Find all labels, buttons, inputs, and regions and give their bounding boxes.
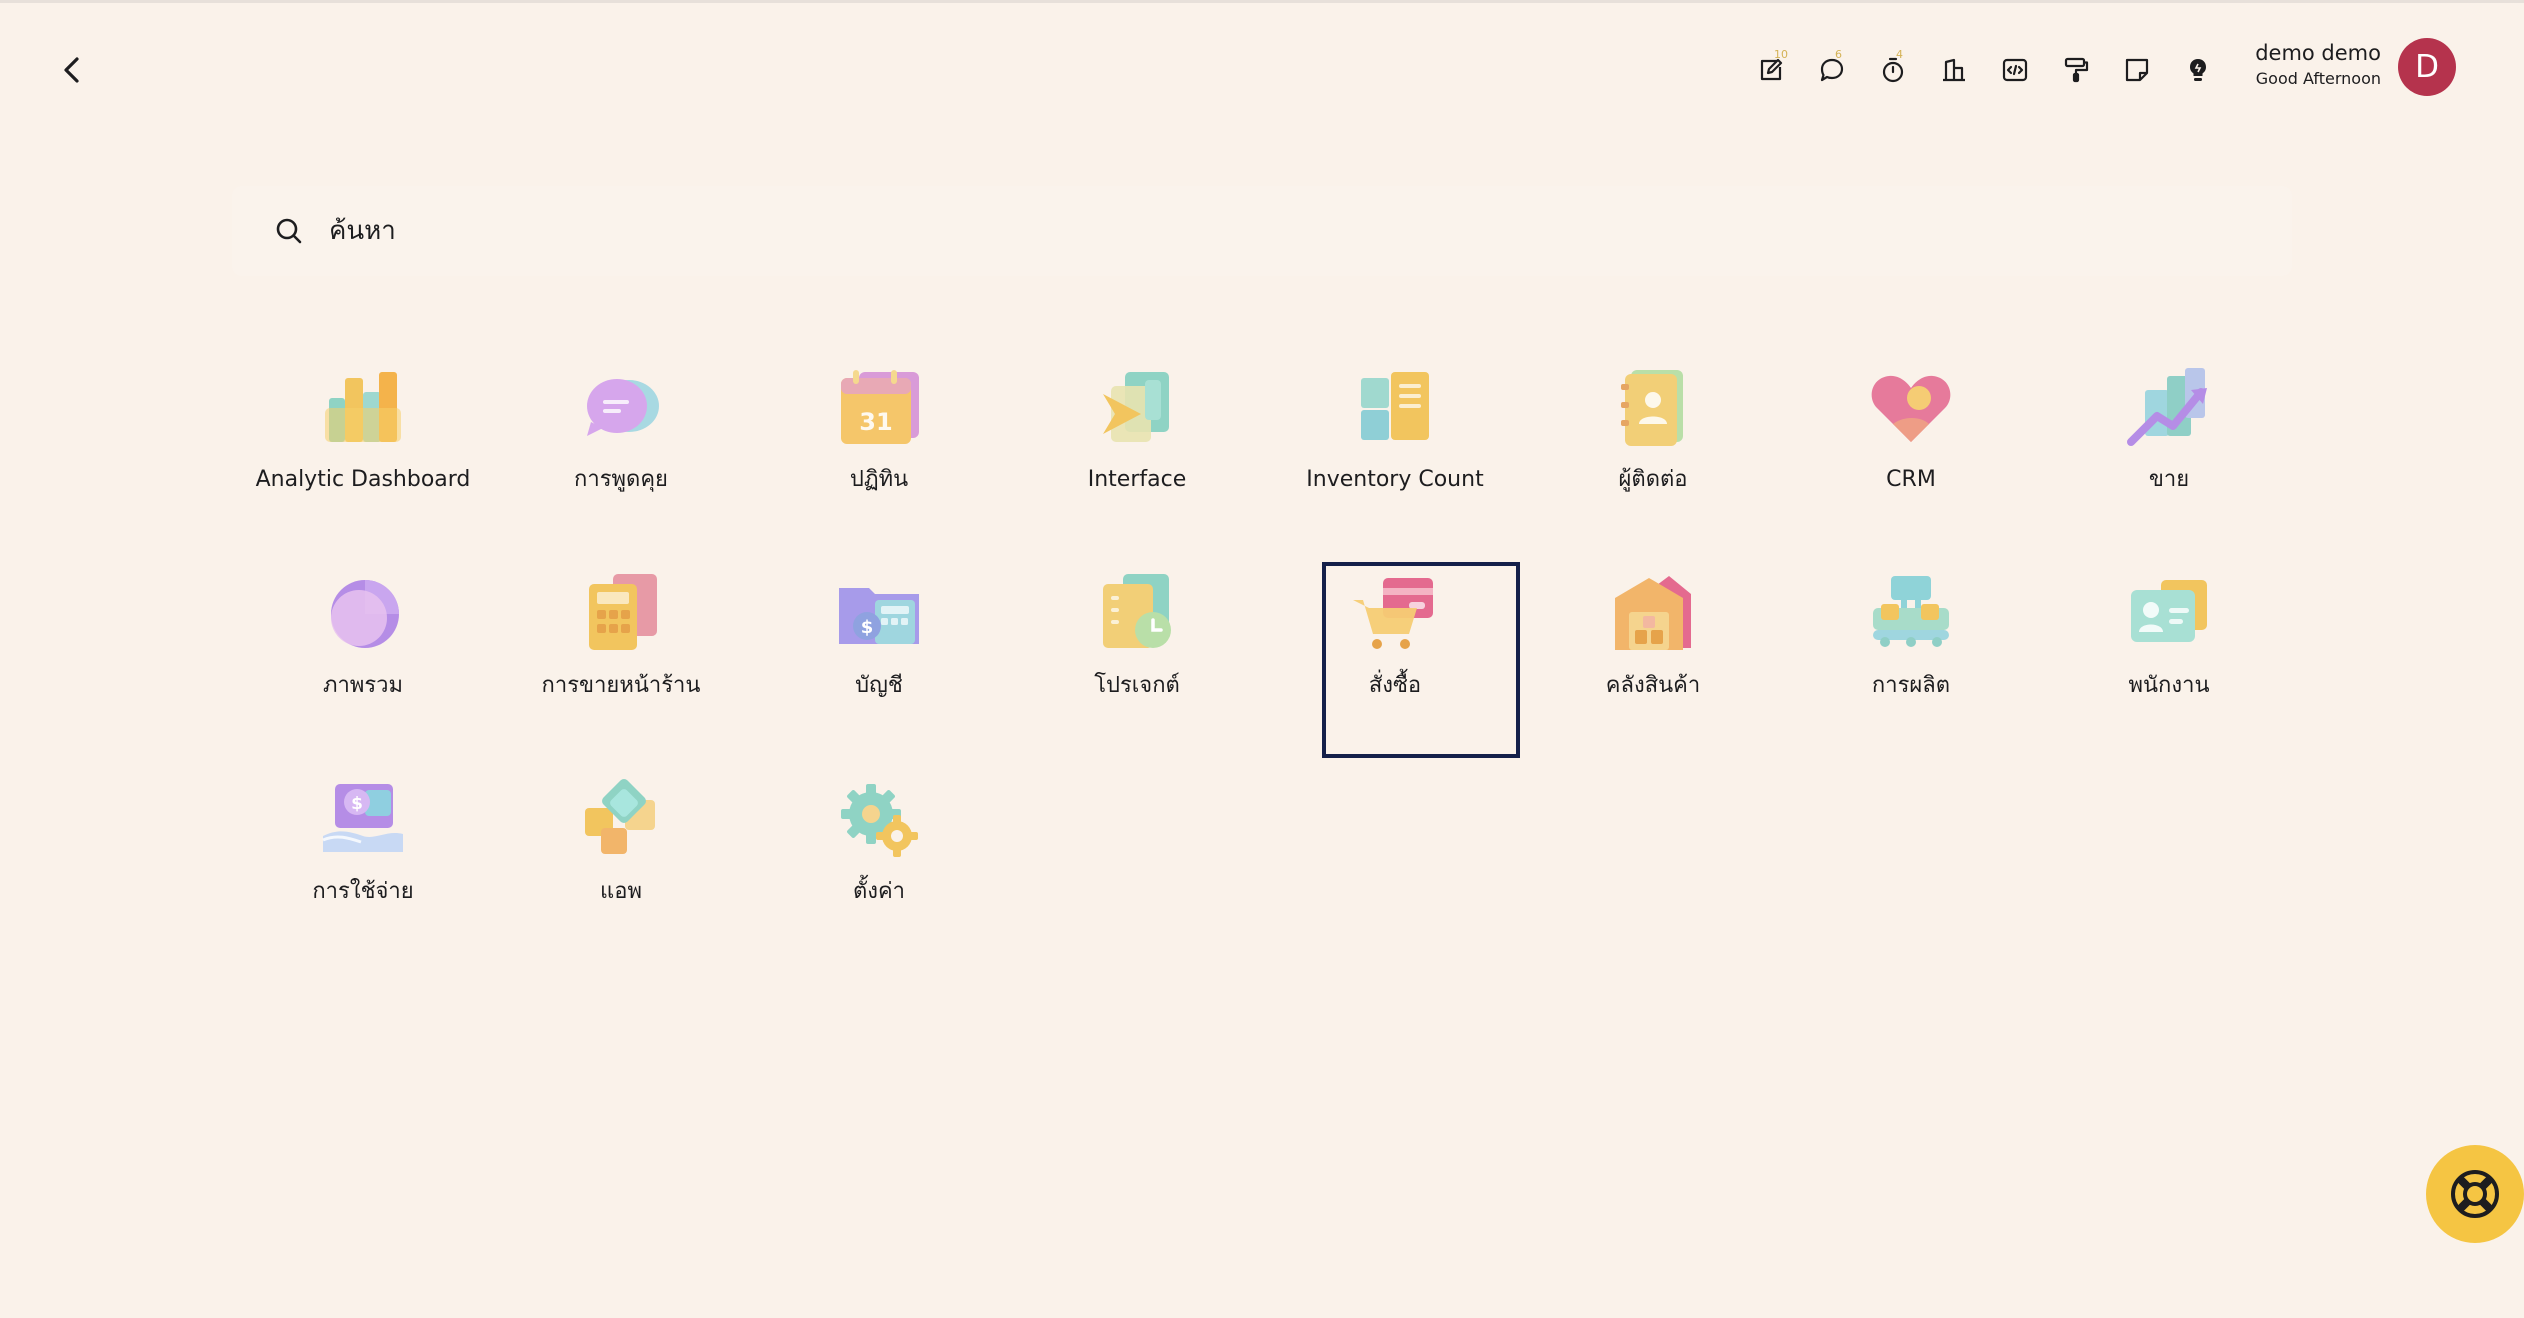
app-label: ตั้งค่า <box>852 879 906 904</box>
company-icon <box>1942 58 1965 82</box>
accounting-folder-icon: $ <box>839 588 919 644</box>
app-label: สั่งซื้อ <box>1368 673 1422 698</box>
settings-gear-icon <box>841 784 918 857</box>
app-apps[interactable]: แอพ <box>492 748 750 954</box>
app-label: Analytic Dashboard <box>255 467 471 492</box>
app-project[interactable]: โปรเจกต์ <box>1008 542 1266 748</box>
svg-text:$: $ <box>351 794 363 814</box>
systray-toolbar: 10 6 4 <box>1740 44 2228 96</box>
app-calendar[interactable]: 31 ปฏิทิน <box>750 336 1008 542</box>
activity-badge: 10 <box>1774 48 1788 61</box>
employee-card-icon <box>2131 580 2207 642</box>
chat-bubble-icon <box>587 379 659 436</box>
avatar[interactable]: D <box>2398 38 2456 96</box>
app-label: Inventory Count <box>1306 467 1484 492</box>
app-crm[interactable]: CRM <box>1782 336 2040 542</box>
app-expenses[interactable]: $ การใช้จ่าย <box>234 748 492 954</box>
app-label: การผลิต <box>1871 673 1951 698</box>
app-sales[interactable]: ขาย <box>2040 336 2298 542</box>
app-label: บัญชี <box>855 673 903 698</box>
help-button[interactable] <box>2426 1145 2524 1243</box>
pie-chart-icon <box>331 580 399 648</box>
note-icon <box>2125 58 2148 82</box>
app-label: ผู้ติดต่อ <box>1618 467 1688 492</box>
pos-calculator-icon <box>589 574 657 650</box>
project-clock-icon <box>1103 574 1171 648</box>
warehouse-icon <box>1615 576 1691 650</box>
messages-badge: 6 <box>1835 48 1842 61</box>
app-label: แอพ <box>600 879 642 904</box>
app-label: การใช้จ่าย <box>312 879 414 904</box>
lifebuoy-icon <box>2451 1170 2499 1218</box>
app-purchase[interactable]: สั่งซื้อ <box>1266 542 1524 758</box>
inventory-count-icon <box>1361 372 1429 440</box>
app-grid: Analytic Dashboard การพูดคุย 31 ปฏิทิน I… <box>234 336 2298 954</box>
app-point-of-sale[interactable]: การขายหน้าร้าน <box>492 542 750 748</box>
user-greeting: Good Afternoon <box>2255 69 2381 88</box>
search-icon <box>269 211 309 251</box>
app-contacts[interactable]: ผู้ติดต่อ <box>1524 336 1782 542</box>
heart-icon <box>1871 375 1951 442</box>
app-label: ขาย <box>2148 467 2190 492</box>
notes-button[interactable] <box>2106 44 2167 96</box>
top-border <box>0 0 2524 3</box>
timer-badge: 4 <box>1896 48 1903 61</box>
back-button[interactable] <box>52 50 92 90</box>
interface-arrow-icon <box>1103 372 1169 442</box>
messages-button[interactable]: 6 <box>1801 44 1862 96</box>
contact-book-icon <box>1621 370 1683 446</box>
app-inventory[interactable]: คลังสินค้า <box>1524 542 1782 748</box>
timer-button[interactable]: 4 <box>1862 44 1923 96</box>
app-analytic-dashboard[interactable]: Analytic Dashboard <box>234 336 492 542</box>
manufacturing-icon <box>1873 576 1949 647</box>
search-input[interactable] <box>327 215 2131 247</box>
lightbulb-icon <box>2189 59 2206 81</box>
app-label: Interface <box>1087 467 1187 492</box>
app-overview[interactable]: ภาพรวม <box>234 542 492 748</box>
app-label: คลังสินค้า <box>1605 673 1701 698</box>
developer-button[interactable] <box>1984 44 2045 96</box>
shopping-cart-icon <box>1353 578 1433 649</box>
sales-chart-icon <box>2127 368 2207 446</box>
theme-button[interactable] <box>2045 44 2106 96</box>
app-label: พนักงาน <box>2128 673 2210 698</box>
app-label: ปฏิทิน <box>849 467 909 492</box>
user-name: demo demo <box>2255 41 2381 65</box>
calendar-icon: 31 <box>841 370 919 444</box>
apps-diamond-icon <box>585 779 655 854</box>
app-manufacturing[interactable]: การผลิต <box>1782 542 2040 748</box>
calendar-number: 31 <box>859 408 892 436</box>
app-label: โปรเจกต์ <box>1094 673 1180 698</box>
expense-hand-icon: $ <box>322 784 403 852</box>
search-bar <box>232 186 2292 276</box>
app-settings[interactable]: ตั้งค่า <box>750 748 1008 954</box>
app-label: การพูดคุย <box>574 467 668 492</box>
svg-text:$: $ <box>861 617 874 638</box>
user-info[interactable]: demo demo Good Afternoon <box>2255 38 2381 90</box>
app-inventory-count[interactable]: Inventory Count <box>1266 336 1524 542</box>
activity-button[interactable]: 10 <box>1740 44 1801 96</box>
app-accounting[interactable]: $ บัญชี <box>750 542 1008 748</box>
code-icon <box>2002 58 2027 82</box>
app-label: CRM <box>1886 467 1936 492</box>
chevron-left-icon <box>64 57 79 83</box>
app-interface[interactable]: Interface <box>1008 336 1266 542</box>
tips-button[interactable] <box>2167 44 2228 96</box>
bar-chart-icon <box>325 372 401 442</box>
app-employees[interactable]: พนักงาน <box>2040 542 2298 748</box>
app-label: การขายหน้าร้าน <box>541 673 701 698</box>
company-switcher-button[interactable] <box>1923 44 1984 96</box>
app-label: ภาพรวม <box>322 673 404 698</box>
paint-roller-icon <box>2064 57 2088 83</box>
app-discuss[interactable]: การพูดคุย <box>492 336 750 542</box>
